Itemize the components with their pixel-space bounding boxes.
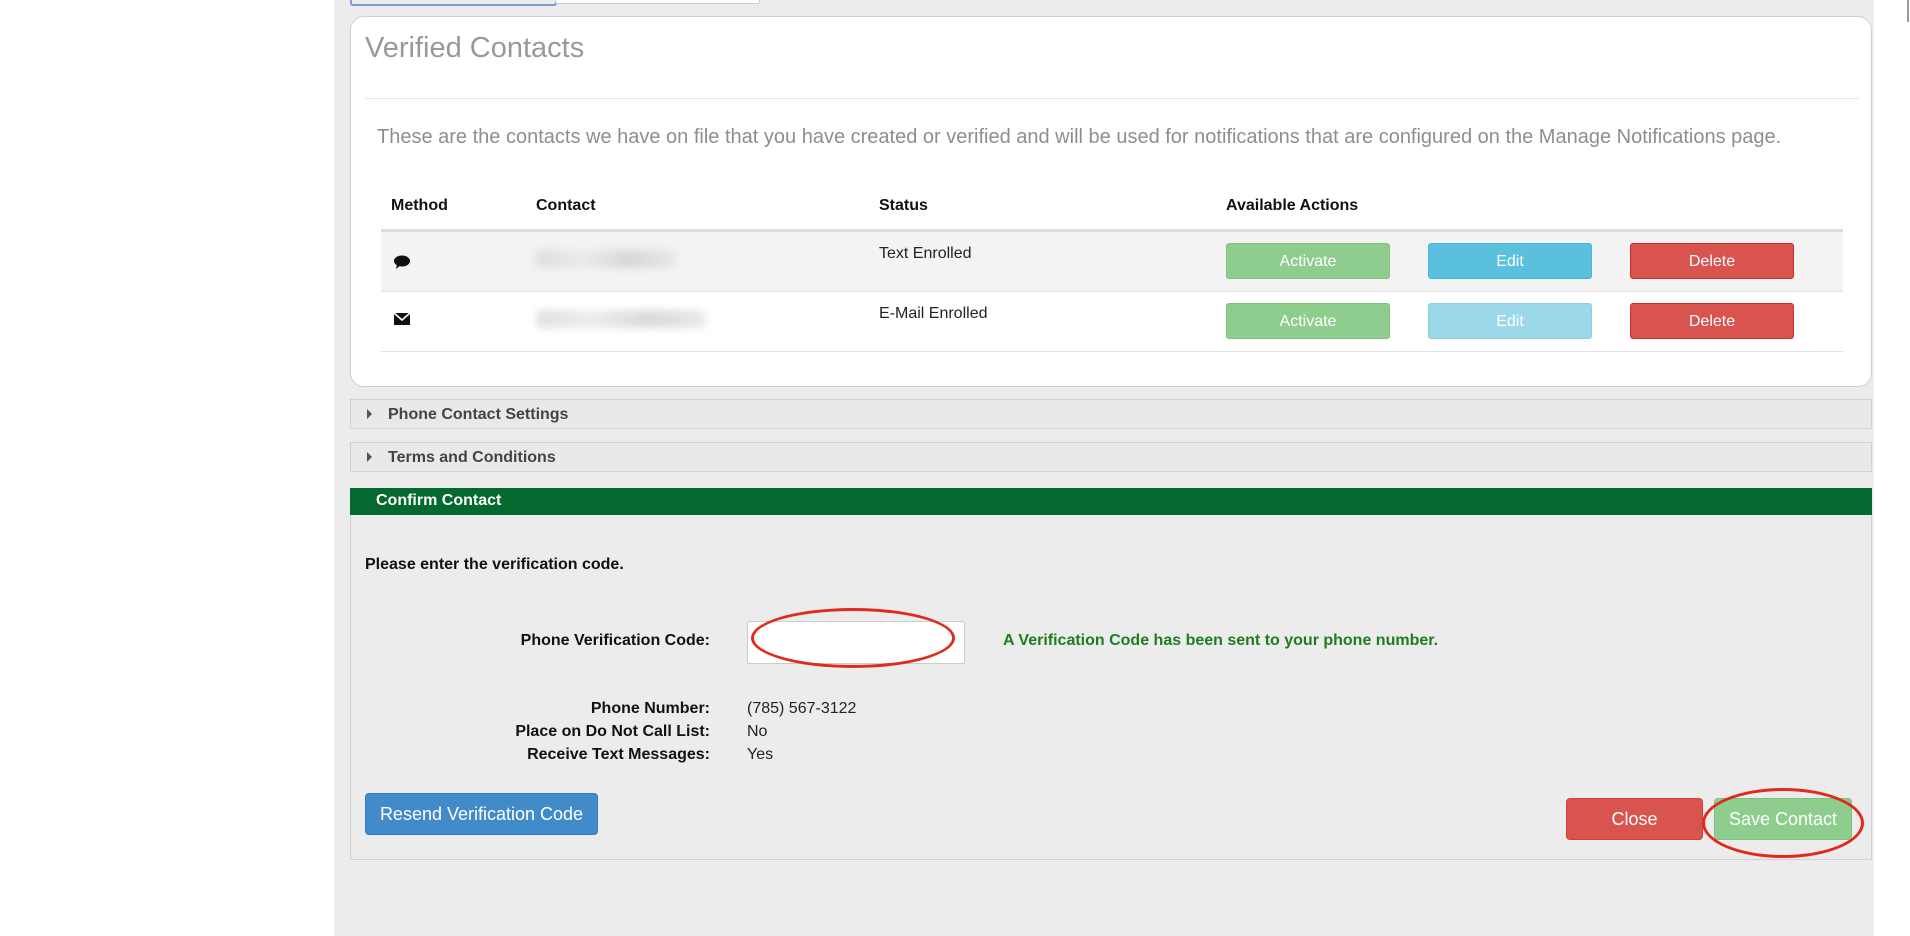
- column-header-status: Status: [879, 197, 928, 214]
- verification-prompt: Please enter the verification code.: [365, 556, 624, 573]
- activate-button[interactable]: Activate: [1226, 303, 1390, 339]
- column-header-contact: Contact: [536, 197, 596, 214]
- phone-verification-code-label: Phone Verification Code:: [520, 632, 710, 649]
- receive-text-value: Yes: [747, 746, 774, 763]
- phone-number-value: (785) 567-3122: [747, 700, 857, 717]
- confirm-contact-body: Please enter the verification code. Phon…: [350, 515, 1872, 860]
- panel-divider: [365, 98, 1859, 99]
- receive-text-label: Receive Text Messages:: [527, 746, 710, 763]
- confirm-contact-header: Confirm Contact: [350, 488, 1872, 515]
- delete-button[interactable]: Delete: [1630, 303, 1794, 339]
- do-not-call-value: No: [747, 723, 768, 740]
- resend-verification-code-button[interactable]: Resend Verification Code: [365, 793, 598, 835]
- accordion-label: Terms and Conditions: [388, 449, 556, 466]
- table-row: Text Enrolled Activate Edit Delete: [381, 232, 1843, 292]
- confirm-contact-title: Confirm Contact: [376, 492, 502, 509]
- column-header-actions: Available Actions: [1226, 197, 1359, 214]
- column-header-method: Method: [391, 197, 448, 214]
- phone-verification-code-input[interactable]: [747, 621, 965, 664]
- comment-icon: [393, 254, 411, 272]
- do-not-call-label: Place on Do Not Call List:: [515, 723, 710, 740]
- close-button[interactable]: Close: [1566, 798, 1703, 840]
- contact-value-blurred: [536, 250, 676, 268]
- contacts-table: Method Contact Status Available Actions …: [381, 177, 1843, 352]
- contact-value-blurred: [536, 310, 706, 328]
- panel-title: Verified Contacts: [365, 32, 585, 64]
- accordion-label: Phone Contact Settings: [388, 406, 569, 423]
- phone-number-label: Phone Number:: [590, 700, 710, 717]
- table-row: E-Mail Enrolled Activate Edit Delete: [381, 292, 1843, 352]
- scrollbar-edge[interactable]: [1907, 0, 1909, 22]
- activate-button[interactable]: Activate: [1226, 243, 1390, 279]
- verified-contacts-panel: Verified Contacts These are the contacts…: [350, 16, 1872, 387]
- terms-and-conditions-accordion[interactable]: Terms and Conditions: [350, 442, 1872, 472]
- tab-active[interactable]: [350, 0, 557, 6]
- save-contact-button[interactable]: Save Contact: [1714, 798, 1852, 840]
- edit-button[interactable]: Edit: [1428, 243, 1592, 279]
- status-text: E-Mail Enrolled: [879, 305, 988, 322]
- delete-button[interactable]: Delete: [1630, 243, 1794, 279]
- caret-right-icon: [367, 409, 372, 419]
- status-text: Text Enrolled: [879, 245, 972, 262]
- code-sent-message: A Verification Code has been sent to you…: [1003, 632, 1439, 649]
- phone-contact-settings-accordion[interactable]: Phone Contact Settings: [350, 399, 1872, 429]
- panel-description: These are the contacts we have on file t…: [377, 126, 1782, 148]
- edit-button[interactable]: Edit: [1428, 303, 1592, 339]
- table-header: Method Contact Status Available Actions: [381, 177, 1843, 232]
- caret-right-icon: [367, 452, 372, 462]
- envelope-icon: [393, 312, 411, 330]
- tab-inactive[interactable]: [555, 0, 760, 4]
